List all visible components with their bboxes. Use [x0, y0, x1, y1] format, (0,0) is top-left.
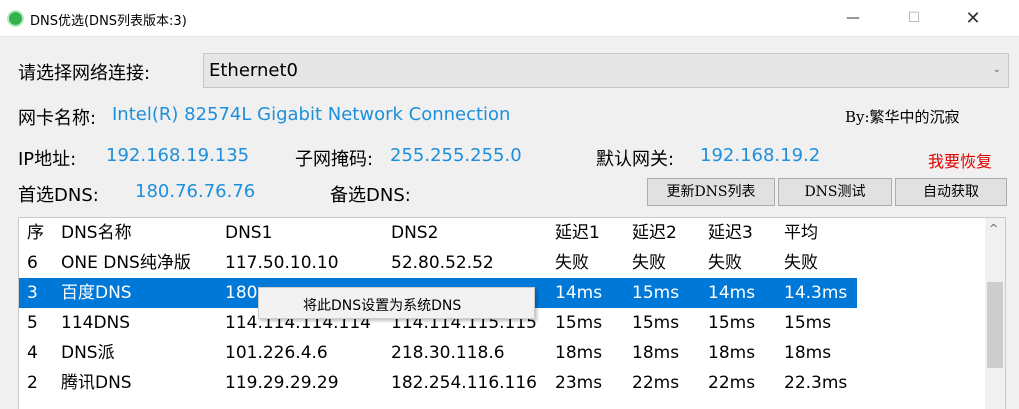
- row-delay3: 18ms: [708, 343, 756, 363]
- row-index: 5: [27, 313, 38, 333]
- update-dns-list-button[interactable]: 更新DNS列表: [647, 178, 775, 206]
- row-dns1: 117.50.10.10: [225, 253, 339, 273]
- set-system-dns-menu-item[interactable]: 将此DNS设置为系统DNS: [303, 295, 461, 315]
- list-header: 序 DNS名称 DNS1 DNS2 延迟1 延迟2 延迟3 平均: [19, 218, 985, 248]
- row-average: 失败: [784, 253, 818, 273]
- network-select-value: Ethernet0: [209, 60, 298, 81]
- ip-label: IP地址:: [18, 149, 77, 170]
- row-name: 114DNS: [61, 313, 131, 333]
- column-header[interactable]: 平均: [784, 218, 818, 248]
- row-average: 15ms: [784, 313, 832, 333]
- secondary-dns-label: 备选DNS:: [330, 185, 411, 206]
- title-bar: DNS优选(DNS列表版本:3) — ☐ ✕: [0, 0, 1019, 37]
- row-delay1: 23ms: [555, 373, 603, 393]
- auto-obtain-button[interactable]: 自动获取: [895, 178, 1007, 206]
- row-delay3: 22ms: [708, 373, 756, 393]
- primary-dns-value: 180.76.76.76: [135, 181, 256, 202]
- row-delay1: 18ms: [555, 343, 603, 363]
- app-icon: [7, 10, 24, 27]
- row-average: 18ms: [784, 343, 832, 363]
- row-delay1: 15ms: [555, 313, 603, 333]
- primary-dns-label: 首选DNS:: [18, 185, 99, 206]
- row-name: 百度DNS: [61, 283, 132, 303]
- mask-value: 255.255.255.0: [390, 145, 522, 166]
- row-delay3: 15ms: [708, 313, 756, 333]
- ip-value: 192.168.19.135: [106, 145, 250, 166]
- scroll-thumb[interactable]: [987, 282, 1003, 368]
- network-select[interactable]: Ethernet0 ⌄: [203, 53, 1009, 88]
- restore-link[interactable]: 我要恢复: [928, 148, 992, 172]
- window-title: DNS优选(DNS列表版本:3): [30, 14, 187, 29]
- table-row[interactable]: 2 腾讯DNS 119.29.29.29 182.254.116.116 23m…: [19, 368, 985, 398]
- row-dns1: 101.226.4.6: [225, 343, 328, 363]
- column-header[interactable]: DNS1: [225, 218, 272, 248]
- row-delay1: 失败: [555, 253, 589, 273]
- list-scrollbar[interactable]: ^: [985, 218, 1005, 409]
- row-name: DNS派: [61, 343, 115, 363]
- column-header[interactable]: 延迟1: [555, 218, 600, 248]
- row-index: 3: [27, 283, 38, 303]
- row-delay2: 15ms: [632, 283, 680, 303]
- row-name: ONE DNS纯净版: [61, 253, 191, 273]
- row-dns1: 180: [225, 283, 258, 303]
- row-delay3: 14ms: [708, 283, 756, 303]
- column-header[interactable]: 延迟3: [708, 218, 753, 248]
- column-header[interactable]: DNS名称: [61, 218, 132, 248]
- row-dns2: 218.30.118.6: [391, 343, 505, 363]
- column-header[interactable]: 延迟2: [632, 218, 677, 248]
- close-button[interactable]: ✕: [950, 0, 996, 37]
- table-row[interactable]: 4 DNS派 101.226.4.6 218.30.118.6 18ms 18m…: [19, 338, 985, 368]
- row-delay2: 15ms: [632, 313, 680, 333]
- row-dns1: 119.29.29.29: [225, 373, 339, 393]
- row-delay2: 22ms: [632, 373, 680, 393]
- gateway-label: 默认网关:: [596, 149, 675, 170]
- network-label: 请选择网络连接:: [18, 63, 151, 84]
- nic-label: 网卡名称:: [18, 108, 97, 129]
- minimize-button[interactable]: —: [830, 0, 876, 37]
- row-delay2: 失败: [632, 253, 666, 273]
- column-header[interactable]: 序: [27, 218, 44, 248]
- row-dns2: 182.254.116.116: [391, 373, 538, 393]
- row-index: 6: [27, 253, 38, 273]
- chevron-down-icon[interactable]: ⌄: [993, 64, 1001, 75]
- scroll-up-icon[interactable]: ^: [989, 222, 998, 235]
- author-label: By:繁华中的沉寂: [845, 108, 960, 126]
- context-menu: 将此DNS设置为系统DNS: [258, 287, 535, 319]
- row-average: 22.3ms: [784, 373, 848, 393]
- dns-test-button[interactable]: DNS测试: [778, 178, 892, 206]
- row-delay3: 失败: [708, 253, 742, 273]
- gateway-value: 192.168.19.2: [700, 145, 821, 166]
- column-header[interactable]: DNS2: [391, 218, 438, 248]
- row-delay1: 14ms: [555, 283, 603, 303]
- row-index: 4: [27, 343, 38, 363]
- row-delay2: 18ms: [632, 343, 680, 363]
- row-index: 2: [27, 373, 38, 393]
- maximize-button[interactable]: ☐: [891, 0, 937, 37]
- mask-label: 子网掩码:: [295, 149, 374, 170]
- row-dns2: 52.80.52.52: [391, 253, 494, 273]
- row-average: 14.3ms: [784, 283, 848, 303]
- table-row[interactable]: 6 ONE DNS纯净版 117.50.10.10 52.80.52.52 失败…: [19, 248, 985, 278]
- row-name: 腾讯DNS: [61, 373, 132, 393]
- nic-value: Intel(R) 82574L Gigabit Network Connecti…: [112, 104, 511, 125]
